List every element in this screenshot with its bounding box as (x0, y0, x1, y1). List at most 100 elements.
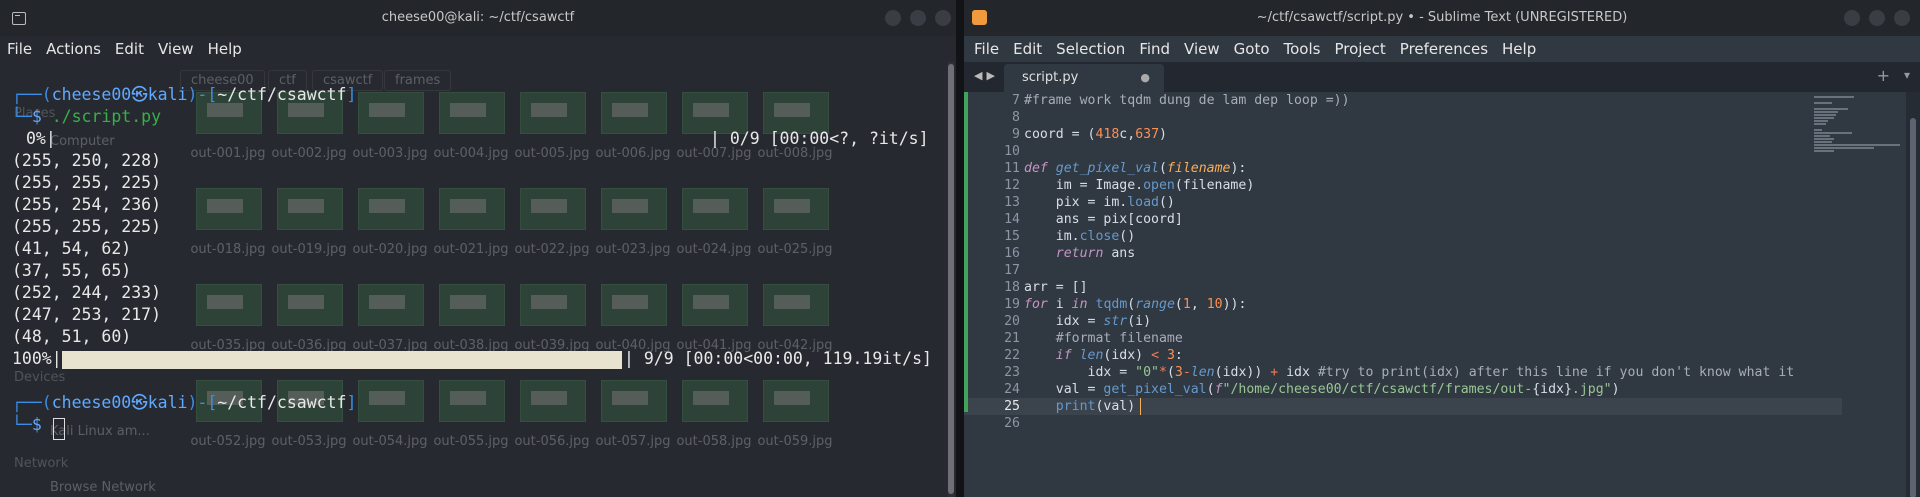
fm-thumbnail (358, 380, 424, 422)
menu-view[interactable]: View (151, 36, 201, 62)
code-line-14: ans = pix[coord] (1024, 212, 1183, 227)
output-line: (247, 253, 217) (12, 305, 162, 324)
minimap-line (1814, 147, 1874, 149)
menu-edit[interactable]: Edit (1006, 36, 1049, 62)
text-cursor (1140, 398, 1141, 415)
minimap[interactable] (1814, 96, 1902, 176)
menu-file[interactable]: File (967, 36, 1006, 62)
fm-file-label: out-018.jpg (190, 242, 266, 257)
menu-file[interactable]: File (0, 36, 39, 62)
fm-file-label: out-019.jpg (271, 242, 347, 257)
menu-project[interactable]: Project (1327, 36, 1392, 62)
code-line-13: pix = im.load() (1024, 195, 1175, 210)
code-line-20: idx = str(i) (1024, 314, 1152, 329)
terminal-menubar: File Actions Edit View Help (0, 36, 956, 62)
code-line-12: im = Image.open(filename) (1024, 178, 1255, 193)
editor-scroll-thumb[interactable] (1910, 118, 1916, 497)
fm-thumbnail (763, 380, 829, 422)
editor-scrollbar[interactable] (1906, 92, 1920, 497)
terminal-window[interactable]: cheese00@kali: ~/ctf/csawctf File Actions… (0, 0, 956, 497)
fm-thumbnail (196, 284, 262, 326)
progress-end-status: | 9/9 [00:00<00:00, 119.19it/s] (624, 349, 932, 368)
line-number: 11 (1004, 161, 1020, 176)
progress-end-percent: 100%| (12, 349, 62, 368)
maximize-button[interactable] (1869, 10, 1885, 26)
line-number: 25 (1004, 399, 1020, 414)
progress-start-percent: 0%| (26, 129, 56, 148)
menu-edit[interactable]: Edit (108, 36, 151, 62)
sublime-titlebar[interactable]: ~/ctf/csawctf/script.py • - Sublime Text… (964, 0, 1920, 36)
fm-network-heading: Network (14, 456, 69, 471)
code-line-22: if len(idx) < 3: (1024, 348, 1183, 363)
menu-tools[interactable]: Tools (1277, 36, 1328, 62)
fm-path-frames: frames (384, 70, 452, 91)
sublime-menubar: File Edit Selection Find View Goto Tools Projec… (967, 36, 1920, 62)
fm-browse-network: Browse Network (50, 480, 156, 495)
minimap-line (1814, 120, 1828, 122)
code-line-25: print(val) (1055, 399, 1136, 414)
line-number: 7 (1012, 93, 1020, 108)
fm-thumbnail (763, 284, 829, 326)
tab-list-chevron-icon[interactable]: ▾ (1904, 68, 1910, 82)
fm-thumbnail (763, 188, 829, 230)
fm-thumbnail (682, 284, 748, 326)
menu-preferences[interactable]: Preferences (1393, 36, 1495, 62)
menu-help[interactable]: Help (201, 36, 249, 62)
minimize-button[interactable] (1844, 10, 1860, 26)
minimap-line (1814, 135, 1830, 137)
sublime-title: ~/ctf/csawctf/script.py • - Sublime Text… (1256, 10, 1628, 25)
code-editor[interactable]: 7 8 9 10 11 12 13 14 15 16 17 18 19 20 21 22 23 24 25 26 #f… (964, 92, 1920, 497)
minimap-line (1814, 114, 1836, 116)
fm-file-label: out-003.jpg (352, 146, 428, 161)
line-number: 22 (1004, 348, 1020, 363)
fm-devices-heading: Devices (14, 370, 66, 385)
fm-thumbnail (277, 284, 343, 326)
menu-actions[interactable]: Actions (39, 36, 108, 62)
tab-modified-dot[interactable]: ● (1140, 71, 1150, 84)
line-number: 12 (1004, 178, 1020, 193)
window-divider (956, 0, 964, 497)
fm-thumbnail (520, 380, 586, 422)
close-button[interactable] (1894, 10, 1910, 26)
close-button[interactable] (935, 10, 951, 26)
code-line-18: arr = [] (1024, 280, 1088, 295)
code-line-24: val = get_pixel_val(f"/home/cheese00/ctf… (1024, 382, 1620, 397)
line-number: 24 (1004, 382, 1020, 397)
fm-thumbnail (601, 284, 667, 326)
terminal-scroll-thumb[interactable] (948, 64, 954, 494)
line-number: 14 (1004, 212, 1020, 227)
fm-file-label: out-058.jpg (676, 434, 752, 449)
fm-thumbnail (601, 188, 667, 230)
code-line-19: for i in tqdm(range(1, 10)): (1024, 297, 1247, 312)
fm-file-label: out-020.jpg (352, 242, 428, 257)
menu-view[interactable]: View (1177, 36, 1227, 62)
menu-selection[interactable]: Selection (1049, 36, 1132, 62)
menu-help[interactable]: Help (1495, 36, 1543, 62)
code-line-21: #format filename (1024, 331, 1183, 346)
new-tab-plus-icon[interactable]: + (1877, 66, 1890, 85)
fm-thumbnail (277, 188, 343, 230)
fm-file-label: out-021.jpg (433, 242, 509, 257)
fm-file-label: out-054.jpg (352, 434, 428, 449)
fm-file-label: out-002.jpg (271, 146, 347, 161)
fm-thumbnail (601, 380, 667, 422)
fm-file-label: out-004.jpg (433, 146, 509, 161)
fm-thumbnail (682, 380, 748, 422)
minimap-line (1814, 108, 1848, 110)
minimap-line (1814, 138, 1834, 140)
menu-goto[interactable]: Goto (1227, 36, 1277, 62)
minimap-line (1814, 141, 1832, 143)
tab-nav-arrows-icon[interactable]: ◀▶ (974, 69, 999, 82)
fm-thumbnail (520, 284, 586, 326)
minimize-button[interactable] (885, 10, 901, 26)
terminal-title: cheese00@kali: ~/ctf/csawctf (381, 10, 575, 25)
terminal-scrollbar[interactable] (948, 62, 954, 497)
output-line: (255, 250, 228) (12, 151, 162, 170)
tab-script-py[interactable]: script.py ● (1004, 64, 1164, 92)
prompt-line-2: ┌──(cheese00㉿kali)-[~/ctf/csawctf] (12, 393, 357, 412)
sublime-window[interactable]: ~/ctf/csawctf/script.py • - Sublime Text… (964, 0, 1920, 497)
fm-thumbnail (682, 188, 748, 230)
menu-find[interactable]: Find (1132, 36, 1177, 62)
terminal-titlebar[interactable]: cheese00@kali: ~/ctf/csawctf (0, 0, 956, 36)
maximize-button[interactable] (910, 10, 926, 26)
